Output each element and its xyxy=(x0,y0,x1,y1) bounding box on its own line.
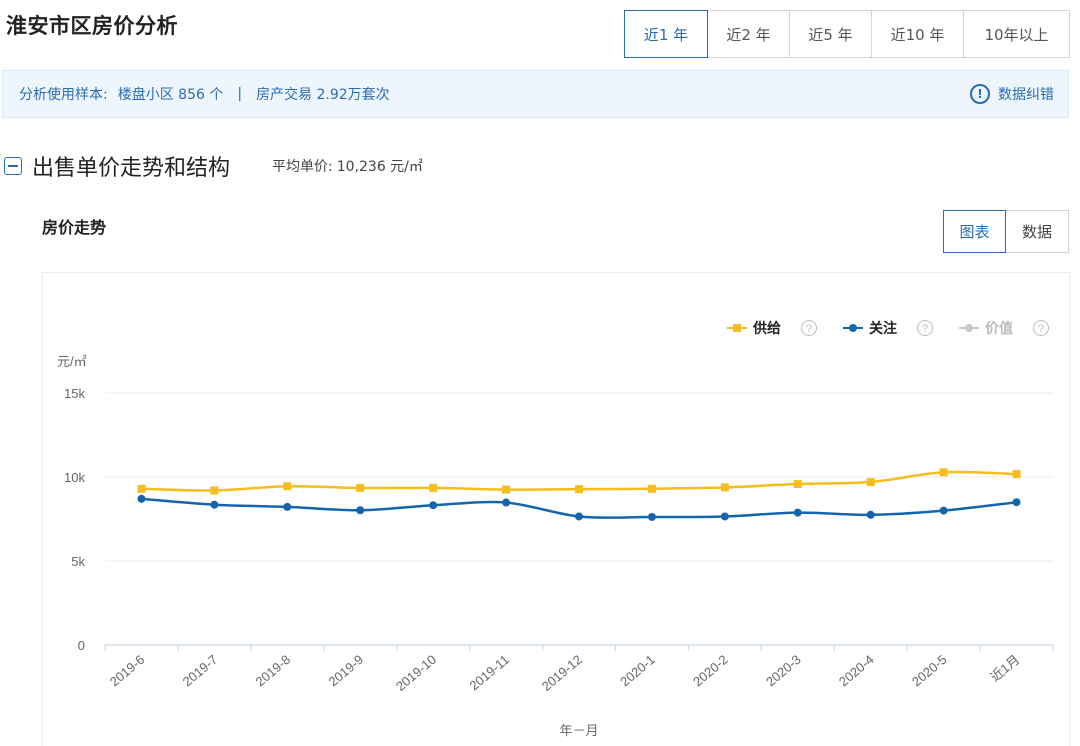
price-trend-chart: 0 5k 10k 15k 元/㎡ 2019-6 2019-7 2019-8 2019-9 2019… xyxy=(42,272,1070,746)
tab-10-plus-years[interactable]: 10年以上 xyxy=(964,10,1070,58)
attention-data-point[interactable] xyxy=(1012,498,1021,507)
sample-info-bar: 分析使用样本: 楼盘小区 856 个 | 房产交易 2.92万套次 ! 数据纠错 xyxy=(2,70,1069,118)
attention-data-point[interactable] xyxy=(793,508,802,517)
y-tick-label: 0 xyxy=(78,638,85,653)
x-tick-label: 2019-7 xyxy=(180,652,221,690)
supply-data-point[interactable] xyxy=(356,483,365,492)
time-range-tabs: 近1 年 近2 年 近5 年 近10 年 10年以上 xyxy=(624,10,1070,58)
price-trend-title: 房价走势 xyxy=(42,218,107,237)
attention-data-point[interactable] xyxy=(502,498,511,507)
attention-data-point[interactable] xyxy=(647,512,656,521)
attention-data-point[interactable] xyxy=(720,512,729,521)
page-title: 淮安市区房价分析 xyxy=(6,14,178,38)
attention-data-point[interactable] xyxy=(210,500,219,509)
x-tick-label: 2019-10 xyxy=(393,652,439,694)
x-tick-label: 2020-5 xyxy=(909,652,950,690)
supply-data-point[interactable] xyxy=(429,483,438,492)
x-tick-label: 2020-1 xyxy=(617,652,658,690)
chart-view-button[interactable]: 图表 xyxy=(943,210,1006,253)
attention-data-point[interactable] xyxy=(137,494,146,503)
sample-count: 楼盘小区 856 个 xyxy=(117,87,224,103)
x-tick-label: 2019-8 xyxy=(253,652,294,690)
attention-legend-label[interactable]: 关注 xyxy=(869,320,897,337)
x-tick-label: 近1月 xyxy=(987,652,1022,685)
tab-1-year[interactable]: 近1 年 xyxy=(624,10,708,58)
view-toggle: 图表 数据 xyxy=(943,210,1069,253)
supply-data-point[interactable] xyxy=(647,484,656,493)
question-mark-glyph: ? xyxy=(922,323,928,335)
x-tick-label: 2019-6 xyxy=(107,652,148,690)
supply-data-point[interactable] xyxy=(210,486,219,495)
attention-data-point[interactable] xyxy=(429,501,438,510)
tab-5-years[interactable]: 近5 年 xyxy=(790,10,872,58)
question-mark-glyph: ? xyxy=(1038,323,1044,335)
chart-svg: 0 5k 10k 15k 元/㎡ 2019-6 2019-7 2019-8 2019-9 2019… xyxy=(57,320,1054,738)
x-tick-label: 2019-11 xyxy=(467,652,512,694)
y-tick-label: 5k xyxy=(71,554,85,569)
supply-data-point[interactable] xyxy=(137,484,146,493)
x-tick-label: 2019-12 xyxy=(539,652,585,694)
supply-data-point[interactable] xyxy=(866,478,875,487)
question-mark-glyph: ? xyxy=(806,323,812,335)
section-header: 出售单价走势和结构 平均单价: 10,236 元/㎡ xyxy=(4,150,423,182)
attention-data-point[interactable] xyxy=(356,506,365,515)
x-axis-title: 年－月 xyxy=(559,723,598,738)
x-tick-label: 2019-9 xyxy=(326,652,367,690)
supply-data-point[interactable] xyxy=(793,480,802,489)
exclamation-circle-icon: ! xyxy=(970,84,990,104)
y-tick-label: 10k xyxy=(64,470,85,485)
attention-legend-marker xyxy=(849,324,857,332)
supply-data-point[interactable] xyxy=(502,485,511,494)
y-axis-unit-label: 元/㎡ xyxy=(57,354,87,369)
supply-legend-marker xyxy=(733,324,741,332)
data-view-button[interactable]: 数据 xyxy=(1006,210,1069,253)
supply-data-point[interactable] xyxy=(283,482,292,491)
average-price-value: 10,236 元/㎡ xyxy=(336,159,423,175)
attention-data-point[interactable] xyxy=(939,506,948,515)
average-price-label: 平均单价: xyxy=(272,159,333,175)
trade-count: 房产交易 2.92万套次 xyxy=(256,87,390,103)
sample-prefix: 分析使用样本: xyxy=(19,87,108,103)
tab-2-years[interactable]: 近2 年 xyxy=(708,10,790,58)
attention-data-point[interactable] xyxy=(283,502,292,511)
info-separator: | xyxy=(237,86,243,102)
supply-data-point[interactable] xyxy=(575,485,583,494)
value-legend-marker xyxy=(965,324,973,332)
value-legend-label[interactable]: 价值 xyxy=(985,320,1013,337)
supply-data-point[interactable] xyxy=(939,468,948,477)
supply-data-point[interactable] xyxy=(1012,470,1021,479)
x-tick-label: 2020-4 xyxy=(836,652,877,690)
supply-legend-label[interactable]: 供给 xyxy=(752,320,781,337)
data-correction-label: 数据纠错 xyxy=(998,87,1054,103)
data-correction-link[interactable]: ! 数据纠错 xyxy=(970,71,1054,117)
supply-data-point[interactable] xyxy=(720,483,729,492)
collapse-icon[interactable] xyxy=(4,157,22,175)
y-tick-label: 15k xyxy=(64,386,85,401)
attention-data-point[interactable] xyxy=(575,512,583,521)
tab-10-years[interactable]: 近10 年 xyxy=(872,10,964,58)
section-title: 出售单价走势和结构 xyxy=(32,156,231,181)
x-tick-label: 2020-3 xyxy=(763,652,804,690)
attention-data-point[interactable] xyxy=(866,510,875,519)
x-tick-label: 2020-2 xyxy=(690,652,731,690)
